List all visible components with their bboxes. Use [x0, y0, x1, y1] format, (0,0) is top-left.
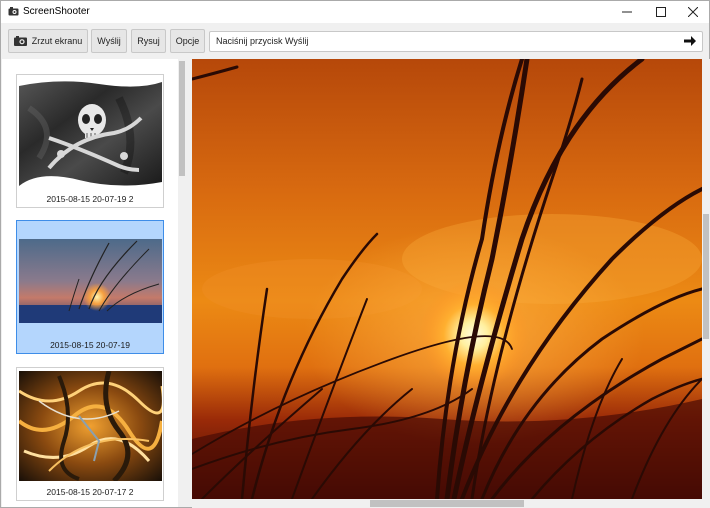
toolbar: Zrzut ekranu Wyślij Rysuj Opcje Naciśnij…: [1, 23, 709, 59]
camera-icon: [13, 36, 27, 46]
sunset-grass-image: [19, 239, 162, 323]
minimize-button[interactable]: [610, 1, 644, 23]
draw-button[interactable]: Rysuj: [131, 29, 166, 53]
send-button[interactable]: Wyślij: [91, 29, 127, 53]
close-icon: [688, 7, 698, 17]
minimize-icon: [622, 11, 632, 13]
viewer-vertical-scrollbar[interactable]: [702, 59, 710, 499]
close-button[interactable]: [676, 1, 710, 23]
arrow-right-icon[interactable]: [683, 34, 697, 48]
maximize-icon: [656, 7, 666, 17]
screenshot-button[interactable]: Zrzut ekranu: [8, 29, 88, 53]
camera-icon: [8, 7, 19, 16]
scrollbar-thumb[interactable]: [179, 61, 185, 176]
pirate-flag-image: [19, 78, 162, 188]
scrollbar-corner: [702, 499, 710, 508]
thumbnail-item[interactable]: 2015-08-15 20-07-19 2: [16, 74, 164, 208]
options-button[interactable]: Opcje: [170, 29, 205, 53]
thumbnail-caption: 2015-08-15 20-07-19 2: [46, 194, 134, 204]
title-bar: ScreenShooter: [1, 1, 709, 23]
thumbnail-image: [19, 239, 162, 323]
abstract-fire-image: [19, 371, 162, 481]
app-window: ScreenShooter Zrzut ekranu Wyślij Rysuj …: [0, 0, 710, 508]
status-field: Naciśnij przycisk Wyślij: [209, 31, 703, 52]
status-text: Naciśnij przycisk Wyślij: [216, 36, 309, 46]
thumbnail-image: [19, 371, 162, 481]
thumbnail-scrollbar[interactable]: [178, 59, 186, 507]
image-viewer[interactable]: [192, 59, 702, 499]
thumbnail-list[interactable]: 2015-08-15 20-07-19 2 2015-08-15 20-07-1…: [2, 59, 186, 507]
thumbnail-image: [19, 78, 162, 188]
screenshot-label: Zrzut ekranu: [31, 36, 83, 46]
sunset-grass-image: [192, 59, 702, 499]
maximize-button[interactable]: [644, 1, 678, 23]
window-title: ScreenShooter: [23, 6, 90, 17]
viewer-horizontal-scrollbar[interactable]: [192, 499, 702, 508]
thumbnail-item-selected[interactable]: 2015-08-15 20-07-19: [16, 220, 164, 354]
scrollbar-thumb[interactable]: [703, 214, 709, 339]
thumbnail-caption: 2015-08-15 20-07-19: [50, 340, 130, 350]
scrollbar-thumb[interactable]: [370, 500, 524, 507]
thumbnail-caption: 2015-08-15 20-07-17 2: [46, 487, 134, 497]
thumbnail-item[interactable]: 2015-08-15 20-07-17 2: [16, 367, 164, 501]
